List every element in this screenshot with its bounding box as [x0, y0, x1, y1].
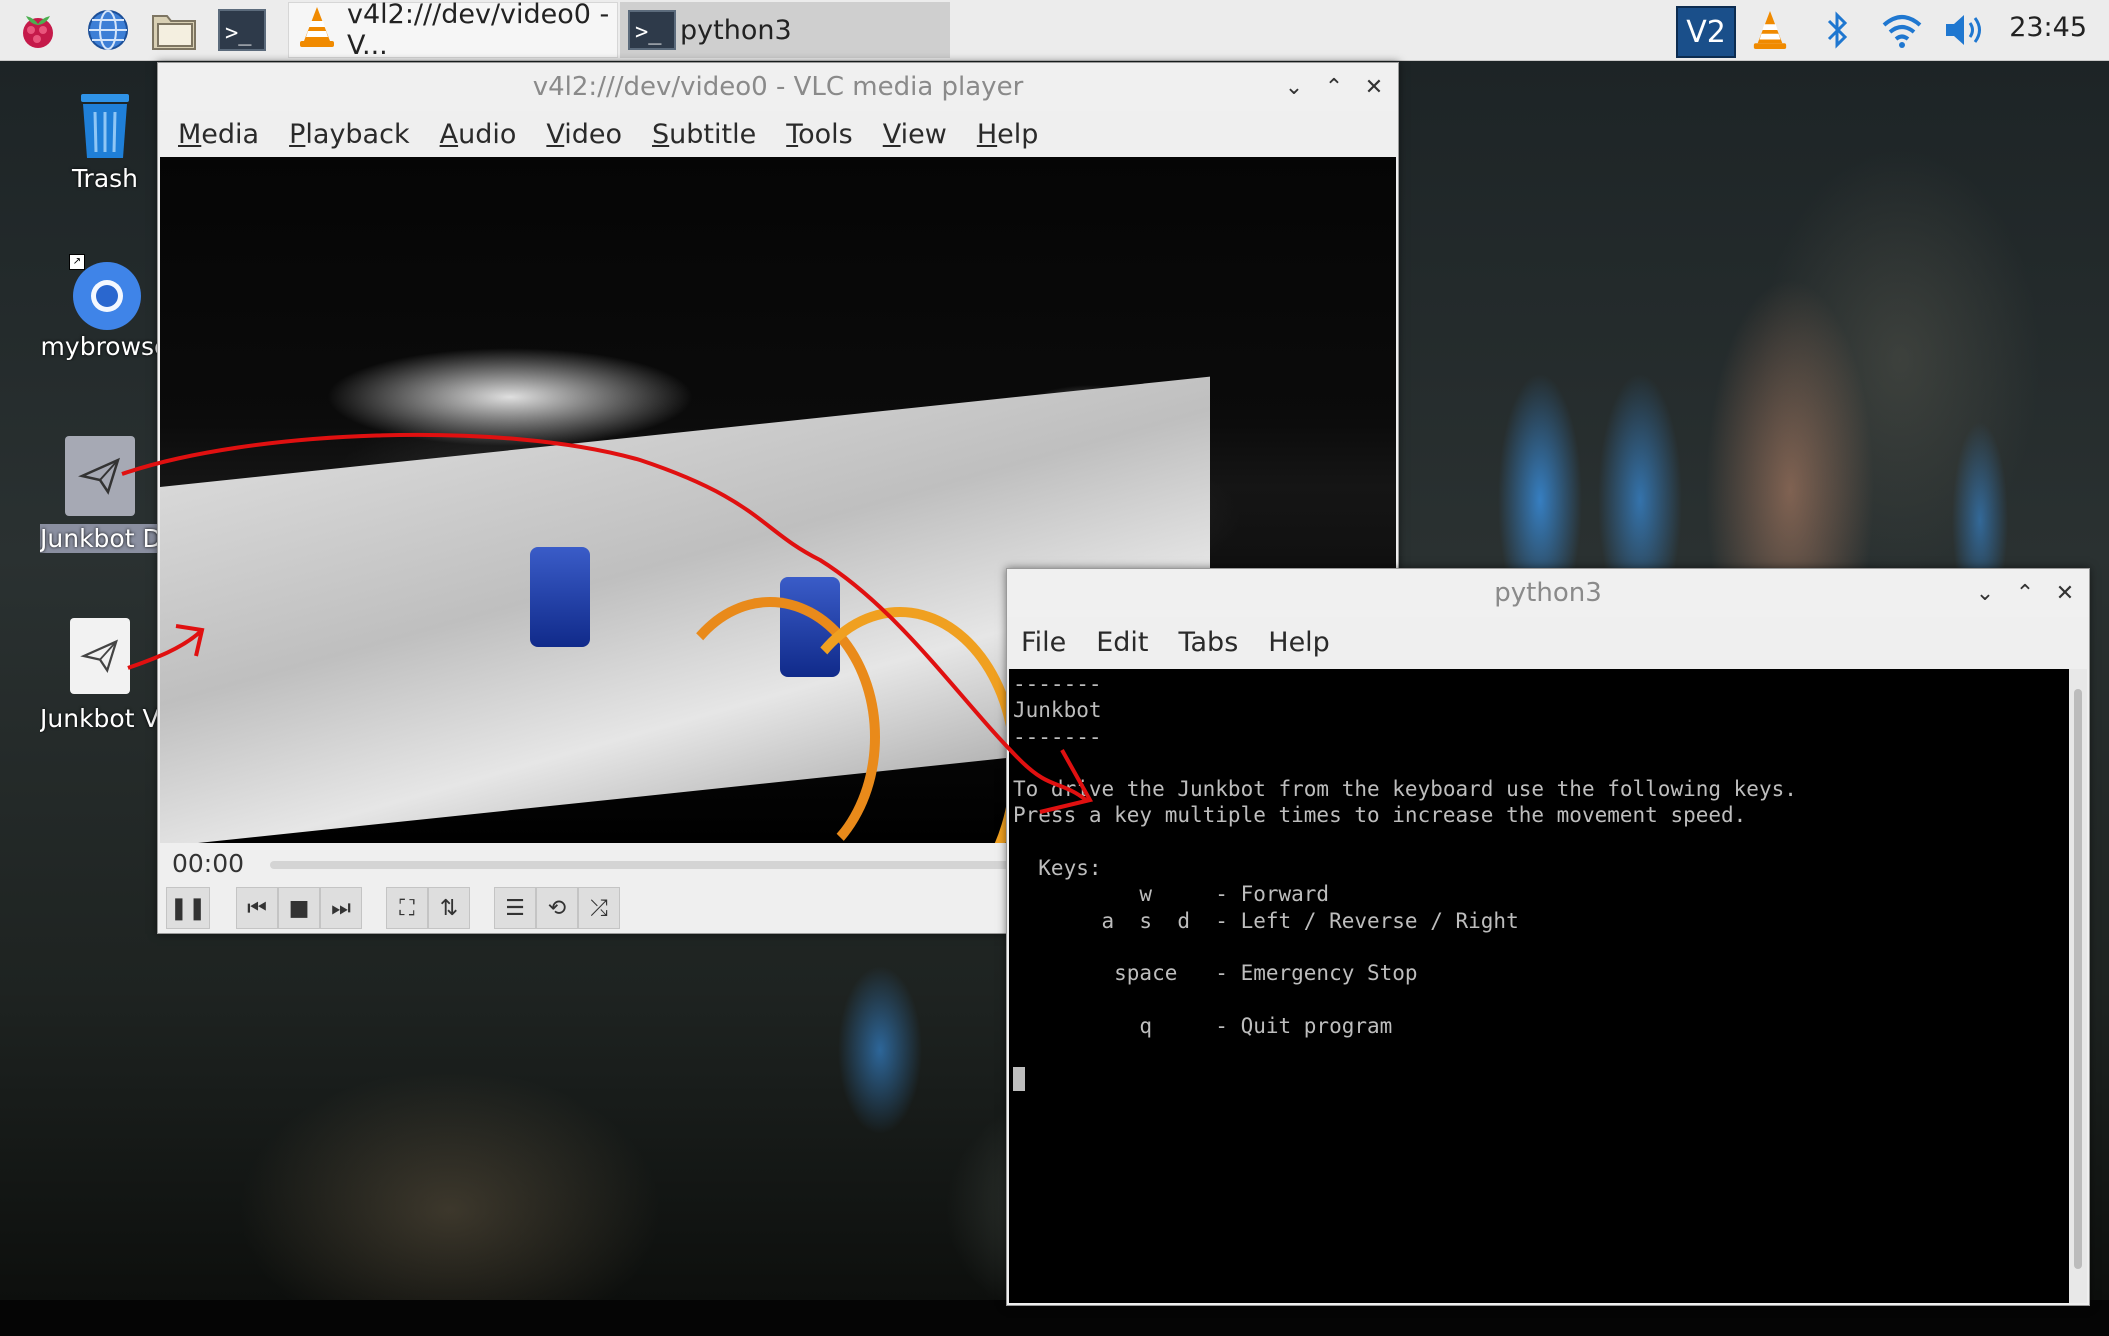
servo-image	[530, 547, 590, 647]
clock[interactable]: 23:45	[2009, 12, 2087, 43]
taskbar-task-vlc[interactable]: v4l2:///dev/video0 - V...	[288, 0, 618, 61]
desktop-icon-label: Junkbot Vi	[40, 704, 160, 733]
vnc-icon[interactable]: V2	[1676, 6, 1736, 58]
window-title: v4l2:///dev/video0 - VLC media player	[532, 72, 1024, 102]
menu-tools[interactable]: Tools	[786, 119, 853, 150]
terminal-line: To drive the Junkbot from the keyboard u…	[1013, 777, 1797, 802]
desktop-icon-label: mybrowse	[40, 332, 170, 361]
terminal-line: Junkbot	[1013, 698, 1102, 723]
terminal-cursor	[1013, 1067, 1025, 1092]
next-button[interactable]: ⏭	[320, 887, 362, 929]
close-button[interactable]: ✕	[2051, 577, 2079, 609]
terminal-line: ​	[1013, 750, 2069, 776]
minimize-button[interactable]: ⌄	[1280, 71, 1308, 103]
terminal-line: Keys:	[1013, 856, 1102, 881]
vlc-menubar: Media Playback Audio Video Subtitle Tool…	[158, 111, 1398, 157]
web-browser-icon[interactable]	[84, 6, 132, 54]
chromium-icon: ↗	[65, 252, 145, 332]
menu-tabs[interactable]: Tabs	[1178, 627, 1238, 658]
send-icon	[65, 436, 135, 516]
menu-video[interactable]: Video	[546, 119, 622, 150]
terminal-line: -------	[1013, 724, 1102, 749]
menu-help[interactable]: Help	[1268, 627, 1330, 658]
maximize-button[interactable]: ⌃	[2011, 577, 2039, 609]
bluetooth-icon[interactable]	[1818, 6, 1858, 54]
extended-settings-button[interactable]: ⇅	[428, 887, 470, 929]
window-title: python3	[1494, 578, 1602, 608]
vlc-cone-icon	[297, 5, 337, 56]
send-icon	[70, 618, 130, 694]
taskbar: >_ v4l2:///dev/video0 - V... >_ python3 …	[0, 0, 2109, 61]
taskbar-task-python3[interactable]: >_ python3	[620, 2, 950, 58]
terminal-line: ​	[1013, 829, 2069, 855]
menu-playback[interactable]: Playback	[289, 119, 410, 150]
vlc-tray-icon[interactable]	[1748, 6, 1792, 54]
desktop-icon-label: Junkbot Dri	[40, 524, 160, 553]
minimize-button[interactable]: ⌄	[1971, 577, 1999, 609]
menu-edit[interactable]: Edit	[1096, 627, 1148, 658]
terminal-line: ​	[1013, 987, 2069, 1013]
menu-view[interactable]: View	[883, 119, 947, 150]
menu-help[interactable]: Help	[977, 119, 1039, 150]
maximize-button[interactable]: ⌃	[1320, 71, 1348, 103]
terminal-line: -------	[1013, 672, 1102, 696]
volume-icon[interactable]	[1940, 6, 1988, 54]
terminal-window: python3 ⌄ ⌃ ✕ File Edit Tabs Help ------…	[1006, 568, 2090, 1306]
terminal-titlebar[interactable]: python3 ⌄ ⌃ ✕	[1007, 569, 2089, 617]
desktop-icon-mybrowser[interactable]: ↗ mybrowse	[40, 252, 170, 361]
playlist-button[interactable]: ☰	[494, 887, 536, 929]
terminal-line: Press a key multiple times to increase t…	[1013, 803, 1747, 828]
terminal-scrollbar[interactable]	[2069, 669, 2087, 1303]
desktop-icon-junkbot-drive[interactable]: Junkbot Dri	[40, 436, 160, 553]
vlc-titlebar[interactable]: v4l2:///dev/video0 - VLC media player ⌄ …	[158, 63, 1398, 111]
fullscreen-button[interactable]: ⛶	[386, 887, 428, 929]
terminal-output[interactable]: -------Junkbot-------​To drive the Junkb…	[1009, 669, 2069, 1303]
elapsed-time: 00:00	[172, 849, 245, 878]
menu-subtitle[interactable]: Subtitle	[652, 119, 756, 150]
desktop-icon-trash[interactable]: Trash	[40, 84, 170, 193]
shuffle-button[interactable]: ⤮	[578, 887, 620, 929]
trash-icon	[65, 84, 145, 164]
desktop-icon-label: Trash	[71, 164, 139, 193]
terminal-line: a s d - Left / Reverse / Right	[1013, 908, 1519, 933]
pause-button[interactable]: ❚❚	[166, 887, 210, 929]
terminal-menubar: File Edit Tabs Help	[1007, 617, 2089, 667]
terminal-line: w - Forward	[1013, 882, 1330, 907]
terminal-icon: >_	[628, 10, 676, 50]
terminal-line: space - Emergency Stop	[1013, 961, 1418, 986]
terminal-line: ​	[1013, 934, 2069, 960]
menu-media[interactable]: Media	[178, 119, 259, 150]
wifi-icon[interactable]	[1878, 6, 1926, 54]
raspberry-menu-icon[interactable]	[14, 6, 62, 54]
file-manager-icon[interactable]	[150, 6, 198, 54]
menu-file[interactable]: File	[1021, 627, 1066, 658]
taskbar-task-label: python3	[680, 14, 792, 46]
menu-audio[interactable]: Audio	[440, 119, 517, 150]
desktop-icon-junkbot-video[interactable]: Junkbot Vi	[40, 618, 160, 733]
terminal-launcher-icon[interactable]: >_	[218, 6, 266, 54]
terminal-line: q - Quit program	[1013, 1013, 1393, 1038]
stop-button[interactable]: ■	[278, 887, 320, 929]
loop-button[interactable]: ⟲	[536, 887, 578, 929]
taskbar-task-label: v4l2:///dev/video0 - V...	[347, 0, 610, 61]
previous-button[interactable]: ⏮	[236, 887, 278, 929]
terminal-line: ​	[1013, 1039, 2069, 1065]
close-button[interactable]: ✕	[1360, 71, 1388, 103]
